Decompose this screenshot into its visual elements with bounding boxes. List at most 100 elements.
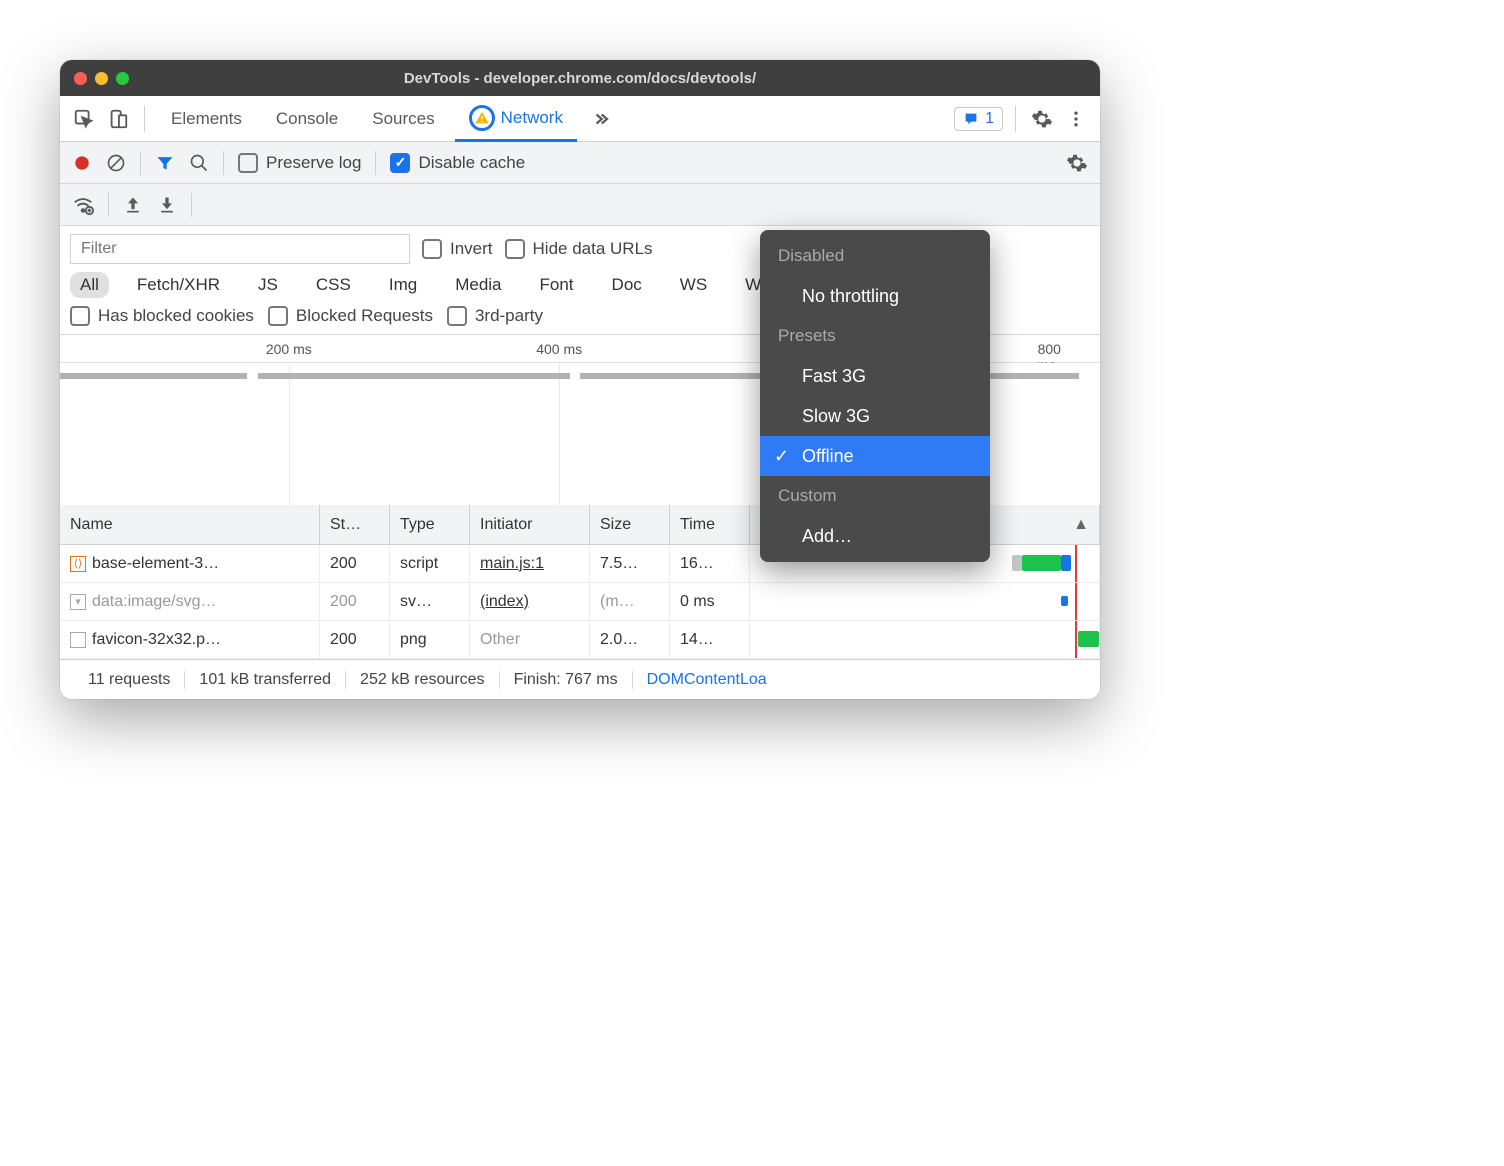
filter-type-doc[interactable]: Doc [602,272,652,298]
tab-label: Elements [171,109,242,129]
filter-type-all[interactable]: All [70,272,109,298]
cell-initiator: Other [470,621,590,658]
cell-status: 200 [320,583,390,620]
dd-offline[interactable]: ✓ Offline [760,436,990,476]
wf-bar-waiting [1012,555,1022,571]
cell-size: (m… [590,583,670,620]
col-type[interactable]: Type [390,505,470,544]
filter-input[interactable] [70,234,410,264]
col-initiator[interactable]: Initiator [470,505,590,544]
third-party-checkbox[interactable]: 3rd-party [447,306,543,326]
cell-status: 200 [320,621,390,658]
col-status[interactable]: St… [320,505,390,544]
separator [144,106,145,132]
has-blocked-cookies-label: Has blocked cookies [98,306,254,326]
file-name: favicon-32x32.p… [92,631,221,649]
zoom-window-button[interactable] [116,72,129,85]
devtools-window: DevTools - developer.chrome.com/docs/dev… [60,60,1100,699]
checkbox-checked-icon [390,153,410,173]
main-tabbar: Elements Console Sources Network 1 [60,96,1100,142]
filter-type-ws[interactable]: WS [670,272,717,298]
issues-chip[interactable]: 1 [954,107,1003,131]
dd-add[interactable]: Add… [760,516,990,556]
load-marker [1075,621,1077,658]
network-settings-icon[interactable] [1066,152,1088,174]
time-tick: 200 ms [266,341,312,357]
clear-button[interactable] [106,153,126,173]
wifi-settings-icon[interactable] [72,194,94,216]
separator [108,193,109,217]
cell-status: 200 [320,545,390,582]
settings-icon[interactable] [1028,105,1056,133]
table-row[interactable]: ▾ data:image/svg… 200 sv… (index) (m… 0 … [60,583,1100,621]
status-domcontent: DOMContentLoa [633,671,781,689]
search-icon[interactable] [189,153,209,173]
cell-initiator[interactable]: (index) [470,583,590,620]
close-window-button[interactable] [74,72,87,85]
dd-slow-3g[interactable]: Slow 3G [760,396,990,436]
filter-icon[interactable] [155,153,175,173]
filter-type-css[interactable]: CSS [306,272,361,298]
col-size[interactable]: Size [590,505,670,544]
warning-icon [469,105,495,131]
tab-network[interactable]: Network [455,97,577,142]
cell-type: sv… [390,583,470,620]
cell-waterfall [750,583,1100,620]
download-icon[interactable] [157,195,177,215]
sort-asc-icon: ▲ [1073,516,1089,534]
load-marker [1075,583,1077,620]
dd-header-custom: Custom [760,476,990,516]
checkbox-icon [238,153,258,173]
checkbox-icon [268,306,288,326]
has-blocked-cookies-checkbox[interactable]: Has blocked cookies [70,306,254,326]
col-name[interactable]: Name [60,505,320,544]
tab-console[interactable]: Console [262,96,352,141]
minimize-window-button[interactable] [95,72,108,85]
cell-type: script [390,545,470,582]
tab-label: Network [501,108,563,128]
dd-label: Offline [802,446,854,467]
initiator-link: main.js:1 [480,555,544,573]
cell-time: 0 ms [670,583,750,620]
preserve-log-label: Preserve log [266,153,361,173]
disable-cache-label: Disable cache [418,153,525,173]
inspect-icon[interactable] [70,105,98,133]
preserve-log-checkbox[interactable]: Preserve log [238,153,361,173]
cell-waterfall [750,621,1100,658]
cell-type: png [390,621,470,658]
filter-type-js[interactable]: JS [248,272,288,298]
separator [1015,106,1016,132]
more-tabs-icon[interactable] [587,105,615,133]
record-button[interactable] [72,153,92,173]
blocked-requests-checkbox[interactable]: Blocked Requests [268,306,433,326]
status-finish: Finish: 767 ms [500,671,633,689]
disable-cache-checkbox[interactable]: Disable cache [390,153,525,173]
cell-time: 16… [670,545,750,582]
cell-initiator[interactable]: main.js:1 [470,545,590,582]
col-time[interactable]: Time [670,505,750,544]
initiator-link: (index) [480,593,529,611]
network-toolbar-1: Preserve log Disable cache [60,142,1100,184]
filter-type-fetch[interactable]: Fetch/XHR [127,272,230,298]
filter-type-media[interactable]: Media [445,272,511,298]
kebab-menu-icon[interactable] [1062,105,1090,133]
hide-data-urls-checkbox[interactable]: Hide data URLs [505,239,653,259]
caret-file-icon: ▾ [70,594,86,610]
tab-sources[interactable]: Sources [358,96,448,141]
separator [223,151,224,175]
separator [140,151,141,175]
dd-fast-3g[interactable]: Fast 3G [760,356,990,396]
hide-data-urls-label: Hide data URLs [533,239,653,259]
check-icon: ✓ [774,446,789,467]
dd-no-throttling[interactable]: No throttling [760,276,990,316]
tab-elements[interactable]: Elements [157,96,256,141]
checkbox-icon [505,239,525,259]
activity-bar [60,373,247,379]
table-row[interactable]: favicon-32x32.p… 200 png Other 2.0… 14… [60,621,1100,659]
device-toggle-icon[interactable] [104,105,132,133]
filter-type-img[interactable]: Img [379,272,427,298]
filter-type-font[interactable]: Font [530,272,584,298]
upload-icon[interactable] [123,195,143,215]
invert-checkbox[interactable]: Invert [422,239,493,259]
checkbox-icon [422,239,442,259]
